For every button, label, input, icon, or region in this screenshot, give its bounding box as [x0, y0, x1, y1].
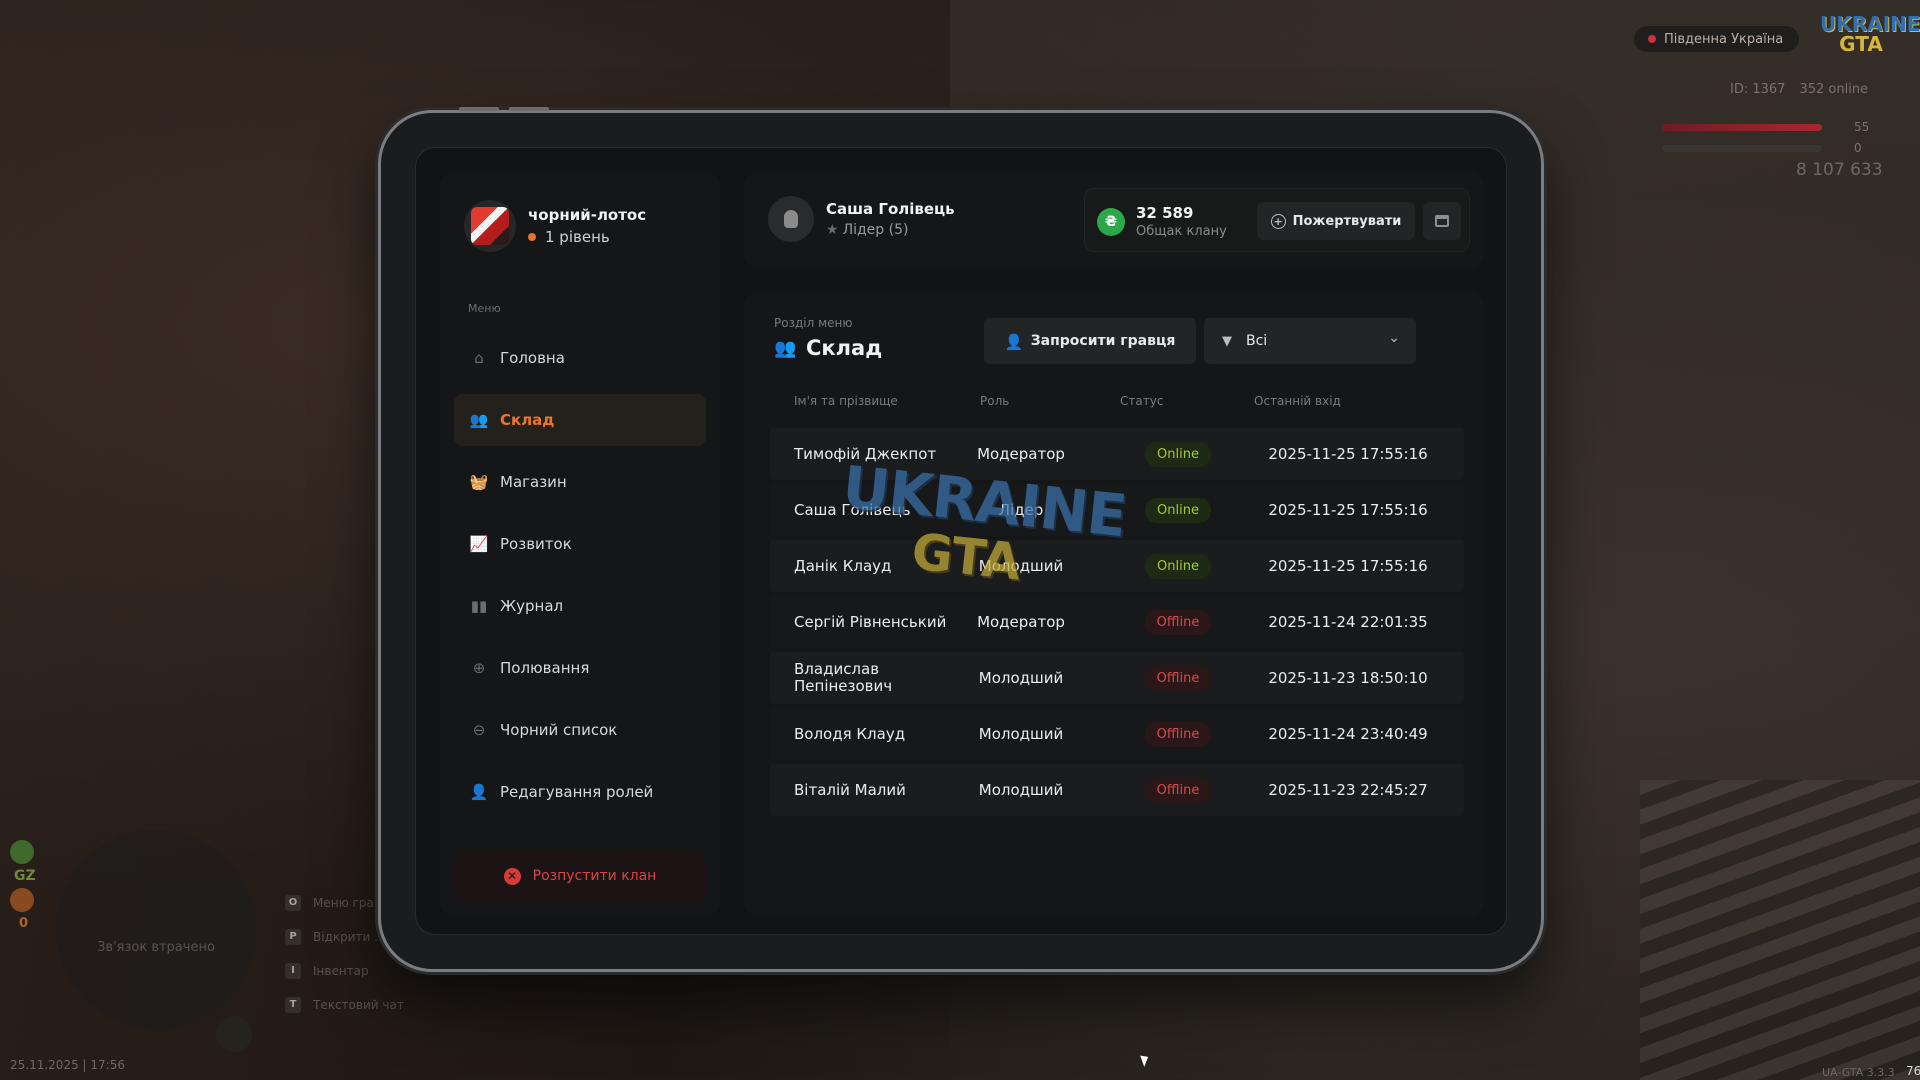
sidebar-item-home[interactable]: ⌂ Головна: [454, 332, 706, 384]
status-badge: Online: [1145, 553, 1211, 579]
sidebar-item-hunting[interactable]: ⊕ Полювання: [454, 642, 706, 694]
header-status: Статус: [1120, 394, 1164, 408]
sidebar-item-shop[interactable]: 🧺 Магазин: [454, 456, 706, 508]
chart-icon: 📈: [469, 535, 489, 553]
status-badge: Offline: [1144, 777, 1212, 803]
clan-treasury: ₴ 32 589 Общак клану + Пожертвувати: [1084, 188, 1470, 252]
treasury-value: 32 589: [1136, 204, 1194, 222]
shield-status-icon: [10, 840, 34, 864]
wanted-level: 0: [19, 916, 29, 931]
status-badge: Online: [1145, 441, 1211, 467]
book-icon: ▮▮: [470, 597, 488, 615]
menu-caption: Меню: [468, 302, 501, 315]
greenzone-label: GZ: [14, 868, 36, 884]
tablet-button: [509, 107, 549, 111]
money-display: 8 107 633: [1796, 160, 1883, 180]
version: UA-GTA 3.3.3: [1822, 1066, 1895, 1079]
sidebar-item-development[interactable]: 📈 Розвиток: [454, 518, 706, 570]
clan-logo: [464, 200, 516, 252]
key-hint: T Текстовий чат: [285, 988, 404, 1022]
game-logo: UKRAINE GTA: [1820, 12, 1920, 56]
table-row[interactable]: Владислав Пепінезович Молодший Offline 2025…: [770, 652, 1464, 704]
status-badge: Online: [1145, 497, 1211, 523]
status-badge: Offline: [1144, 609, 1212, 635]
health-value: 55: [1854, 120, 1870, 134]
block-icon: ⊖: [472, 721, 486, 739]
crosshair-icon: ⊕: [472, 659, 486, 677]
armor-bar: [1662, 145, 1822, 152]
table-row[interactable]: Сергій Рівненський Модератор Offline 2025-1…: [770, 596, 1464, 648]
members-panel: Розділ меню 👥 Склад 👤 Запросити гравця ▼ Вс…: [744, 292, 1484, 916]
sidebar-item-journal[interactable]: ▮▮ Журнал: [454, 580, 706, 632]
key-hint: I Інвентар: [285, 954, 404, 988]
level-dot-icon: [528, 233, 536, 241]
armor-value: 0: [1854, 141, 1862, 155]
tablet-button: [459, 107, 499, 111]
table-row[interactable]: Володя Клауд Молодший Offline 2025-11-24 23…: [770, 708, 1464, 760]
star-icon: ★: [826, 222, 839, 238]
clan-header: чорний-лотос 1 рівень: [464, 200, 646, 252]
invite-player-button[interactable]: 👤 Запросити гравця: [984, 318, 1196, 364]
sidebar-item-blacklist[interactable]: ⊖ Чорний список: [454, 704, 706, 756]
filter-icon: ▼: [1222, 334, 1232, 349]
microphone-icon: [216, 1016, 252, 1052]
page-title: 👥 Склад: [774, 336, 883, 360]
members-icon: 👥: [774, 337, 797, 359]
fps-counter: 76: [1906, 1064, 1920, 1078]
user-card: Саша Голівець ★ Лідер (5): [768, 196, 955, 242]
status-badge: Offline: [1144, 721, 1212, 747]
minimap: Зв'язок втрачено: [56, 830, 256, 1030]
plus-circle-icon: +: [1270, 213, 1286, 229]
header-role: Роль: [980, 394, 1010, 408]
datetime: 25.11.2025 | 17:56: [10, 1058, 125, 1072]
user-avatar-icon: [768, 196, 814, 242]
table-row[interactable]: Віталій Малий Молодший Offline 2025-11-23 2…: [770, 764, 1464, 816]
role-filter-select[interactable]: ▼ Всі ⌄: [1204, 318, 1416, 364]
user-add-icon: 👤: [1004, 333, 1024, 351]
table-header: Ім'я та прізвище Роль Статус Останній вх…: [794, 394, 1444, 414]
disband-clan-button[interactable]: ✕ Розпустити клан: [454, 850, 706, 902]
health-bar: [1662, 124, 1822, 131]
sidebar-item-roles[interactable]: 👤 Редагування ролей: [454, 766, 706, 818]
player-id-online: ID: 1367 352 online: [1730, 82, 1869, 97]
background-stairs: [1640, 780, 1920, 1080]
clan-level: 1 рівень: [528, 228, 646, 246]
box-icon: [1435, 215, 1449, 227]
chevron-down-icon: ⌄: [1388, 330, 1400, 346]
home-icon: ⌂: [474, 349, 484, 367]
storage-box-button[interactable]: [1423, 202, 1461, 240]
header-last-login: Останній вхід: [1254, 394, 1341, 408]
server-badge: Південна Україна: [1634, 26, 1800, 52]
members-icon: 👥: [469, 411, 489, 429]
user-role: ★ Лідер (5): [826, 222, 909, 238]
treasury-label: Общак клану: [1136, 224, 1227, 239]
status-badge: Offline: [1144, 665, 1212, 691]
close-circle-icon: ✕: [503, 867, 521, 885]
user-name: Саша Голівець: [826, 200, 955, 218]
watermark-logo: UKRAINE GTA: [839, 452, 1130, 592]
user-edit-icon: 👤: [469, 783, 489, 801]
donate-button[interactable]: + Пожертвувати: [1257, 202, 1415, 240]
header-name: Ім'я та прізвище: [794, 394, 898, 408]
sidebar: чорний-лотос 1 рівень Меню ⌂ Головна 👥 Скл…: [440, 172, 720, 916]
status-icons: GZ 0: [10, 836, 40, 931]
hryvnia-coin-icon: ₴: [1097, 208, 1125, 236]
hunger-icon: [10, 888, 34, 912]
shop-basket-icon: 🧺: [469, 473, 489, 491]
section-caption: Розділ меню: [774, 316, 853, 330]
sidebar-menu: ⌂ Головна 👥 Склад 🧺 Магазин 📈 Розвиток ▮▮ Жур…: [454, 332, 706, 828]
sidebar-item-members[interactable]: 👥 Склад: [454, 394, 706, 446]
top-bar: Саша Голівець ★ Лідер (5) ₴ 32 589 Общак …: [744, 172, 1484, 268]
clan-name: чорний-лотос: [528, 206, 647, 224]
